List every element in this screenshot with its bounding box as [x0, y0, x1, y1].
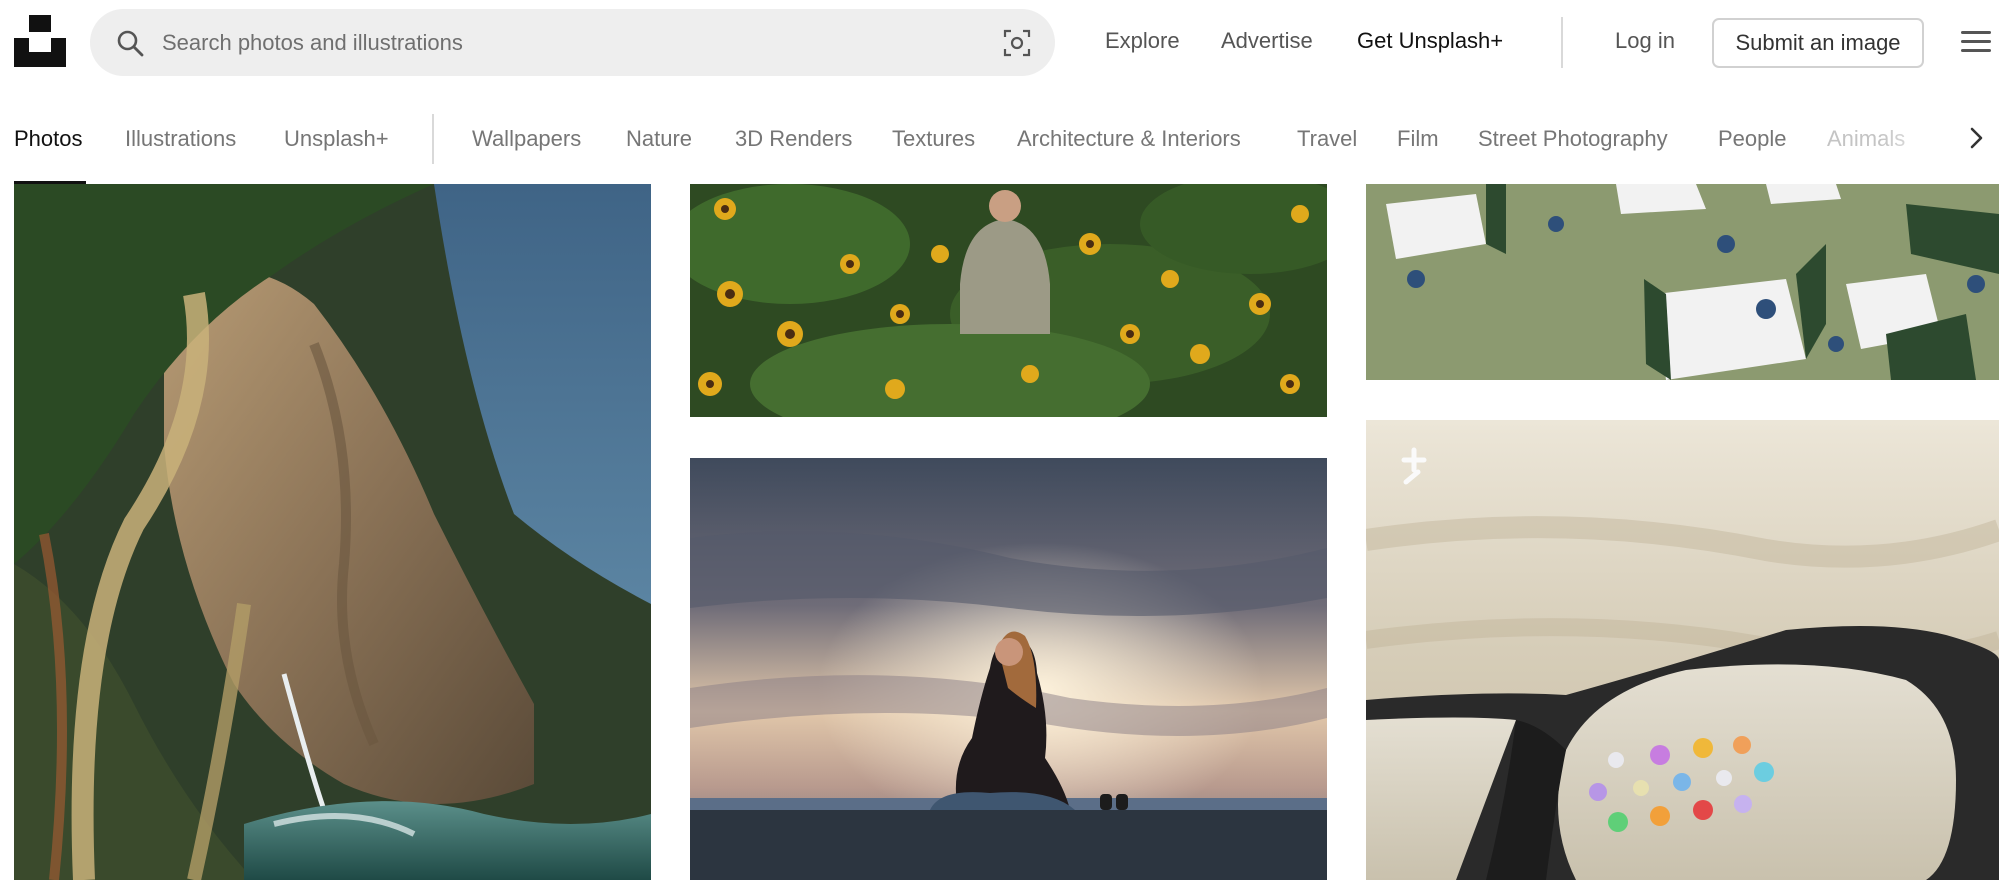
top-header: Explore Advertise Get Unsplash+ Log in S…: [0, 0, 1999, 86]
tabs-divider: [432, 114, 434, 164]
tab-people[interactable]: People: [1718, 126, 1787, 152]
photo-office-render[interactable]: [1366, 184, 1999, 380]
nav-get-unsplash-plus[interactable]: Get Unsplash+: [1357, 28, 1503, 54]
search-icon[interactable]: [116, 29, 144, 57]
tab-illustrations[interactable]: Illustrations: [125, 126, 236, 152]
tab-3d-renders[interactable]: 3D Renders: [735, 126, 852, 152]
photo-coastal-waterfall[interactable]: [14, 184, 651, 880]
unsplash-logo[interactable]: [14, 15, 66, 67]
login-link[interactable]: Log in: [1615, 28, 1675, 54]
tab-film[interactable]: Film: [1397, 126, 1439, 152]
photo-sunflower-field[interactable]: [690, 184, 1327, 417]
category-tabs: Photos Illustrations Unsplash+ Wallpaper…: [0, 86, 1999, 184]
chevron-right-icon[interactable]: [1964, 126, 1988, 150]
tab-architecture-interiors[interactable]: Architecture & Interiors: [1017, 126, 1241, 152]
submit-image-button[interactable]: Submit an image: [1712, 18, 1924, 68]
photo-ar-glasses[interactable]: [1366, 420, 1999, 880]
tab-travel[interactable]: Travel: [1297, 126, 1357, 152]
search-input[interactable]: [162, 21, 962, 65]
tab-photos[interactable]: Photos: [14, 126, 83, 152]
visual-search-icon[interactable]: [1003, 29, 1031, 57]
nav-explore[interactable]: Explore: [1105, 28, 1180, 54]
tab-nature[interactable]: Nature: [626, 126, 692, 152]
tab-unsplash-plus[interactable]: Unsplash+: [284, 126, 389, 152]
tab-wallpapers[interactable]: Wallpapers: [472, 126, 581, 152]
hamburger-menu-icon[interactable]: [1961, 31, 1991, 53]
photo-sunset-woman[interactable]: [690, 458, 1327, 880]
search-bar[interactable]: [90, 9, 1055, 76]
tab-textures[interactable]: Textures: [892, 126, 975, 152]
nav-advertise[interactable]: Advertise: [1221, 28, 1313, 54]
header-divider: [1561, 17, 1563, 68]
tab-street-photography[interactable]: Street Photography: [1478, 126, 1668, 152]
